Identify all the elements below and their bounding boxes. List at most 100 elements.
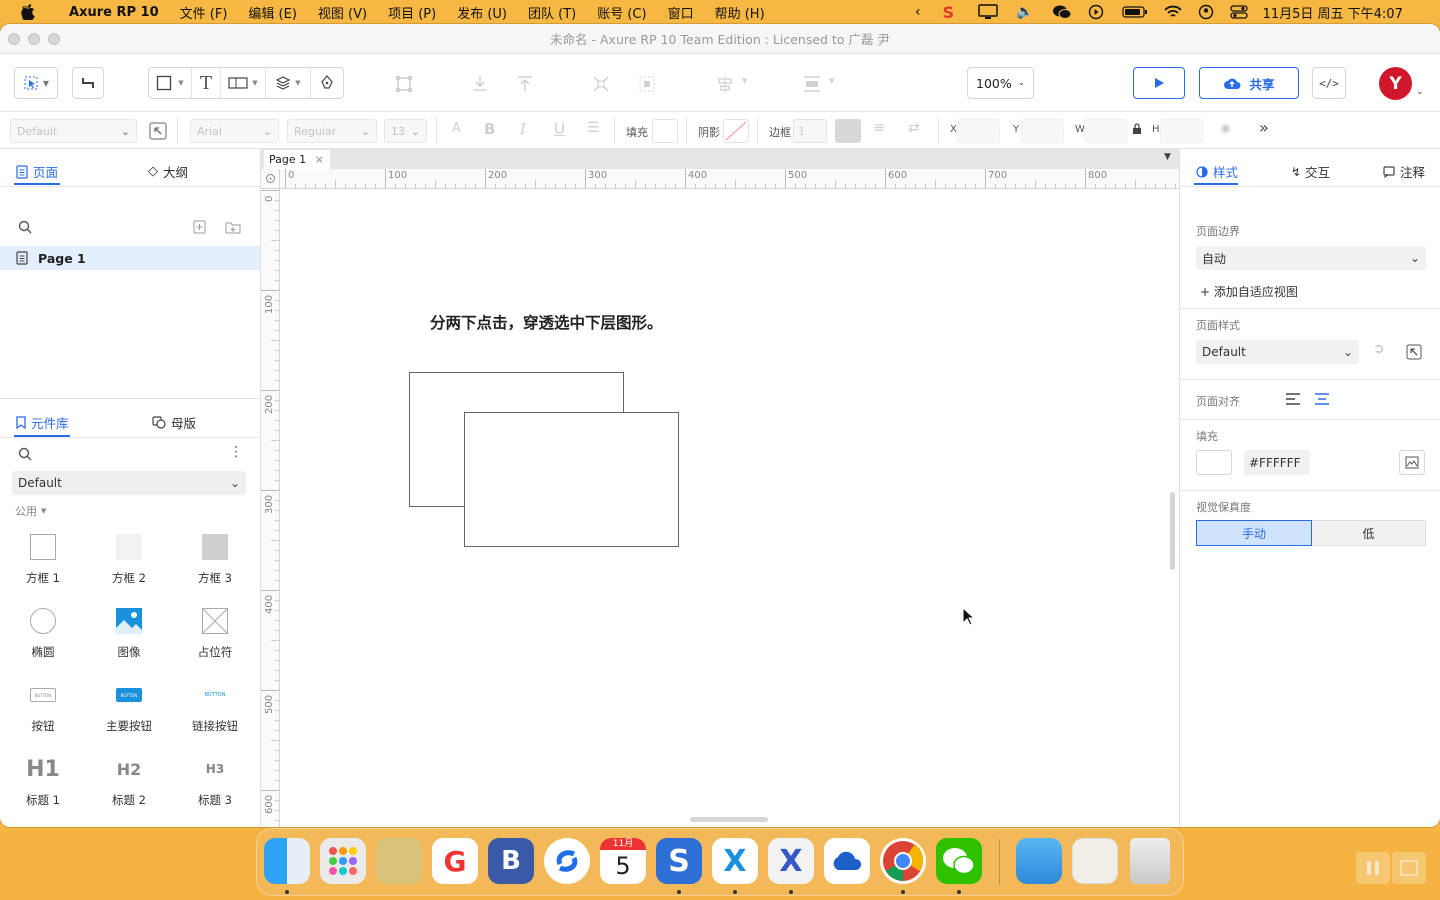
list-icon[interactable]: ☰ [587,120,600,136]
more-icon[interactable]: » [1259,118,1269,137]
distribute-icon[interactable] [592,75,610,93]
trash-icon[interactable] [1130,838,1170,884]
apple-logo-icon[interactable] [21,4,35,20]
add-page-icon[interactable] [193,220,206,234]
page-item[interactable]: Page 1 [0,246,260,270]
documents-icon[interactable] [1072,838,1118,884]
screenshot-overlay-button[interactable] [1392,852,1426,884]
menu-item[interactable]: 项目 (P) [388,3,436,22]
add-folder-icon[interactable] [225,220,241,234]
bbedit-icon[interactable]: B [488,838,534,884]
instruction-text[interactable]: 分两下点击，穿透选中下层图形。 [430,311,663,333]
style-manager-icon[interactable] [149,122,167,140]
widget-h3[interactable]: H3 标题 3 [172,754,258,808]
zoom-select[interactable]: 100% ⌄ [967,67,1034,99]
avatar[interactable]: Y [1379,67,1412,100]
style-manager-icon[interactable] [1406,344,1422,360]
select-mode-button[interactable]: ▼ [14,67,58,99]
widget-tool[interactable]: ▼ [221,68,266,98]
volume-icon[interactable]: 🔈 [1016,4,1033,20]
tab-library[interactable]: 元件库 [16,413,69,432]
w-input[interactable] [1084,119,1127,143]
publish-code-button[interactable]: </> [1312,67,1346,99]
preview-button[interactable] [1133,67,1185,99]
align-bottom-icon[interactable] [471,74,489,94]
zoom-window-button[interactable] [48,33,60,45]
minimize-window-button[interactable] [28,33,40,45]
close-window-button[interactable] [8,33,20,45]
tab-pages[interactable]: 页面 [16,162,58,181]
menu-item[interactable]: 发布 (U) [457,3,507,22]
widget-h1[interactable]: H1 标题 1 [0,754,86,808]
border-color-swatch[interactable] [835,119,861,143]
tab-masters[interactable]: 母版 [152,413,196,432]
page-style-select[interactable]: Default ⌄ [1196,340,1359,364]
share-button[interactable]: 共享 [1199,67,1299,99]
rectangle-tool[interactable]: ▼ [149,68,192,98]
canvas[interactable]: 分两下点击，穿透选中下层图形。 [281,190,1179,827]
align-center-icon[interactable] [716,75,734,93]
onedrive-icon[interactable] [824,838,870,884]
distribute-vertical-icon[interactable] [803,75,821,93]
menu-item[interactable]: 窗口 [668,3,694,22]
widget-link-button[interactable]: BUTTON 链接按钮 [172,680,258,734]
fidelity-low-button[interactable]: 低 [1312,520,1426,546]
font-color-icon[interactable]: A [452,121,461,136]
library-select[interactable]: Default ⌄ [12,471,246,495]
menu-item[interactable]: 编辑 (E) [248,3,297,22]
sublime-icon[interactable]: S [656,838,702,884]
menu-item[interactable]: 帮助 (H) [715,3,765,22]
clock[interactable]: 11月5日 周五 下午4:07 [1263,3,1403,22]
battery-icon[interactable] [1121,5,1148,19]
group-header[interactable]: 公用 ▼ [15,503,46,519]
wechat-status-icon[interactable] [1052,4,1072,20]
search-icon[interactable] [18,447,32,461]
font-select[interactable]: Arial ⌄ [190,119,279,143]
widget-primary-button[interactable]: BUTTON 主要按钮 [86,680,172,734]
y-input[interactable] [1021,119,1064,143]
widget-button[interactable]: BUTTON 按钮 [0,680,86,734]
pen-tool[interactable] [311,68,343,98]
widget-box2[interactable]: 方框 2 [86,532,172,586]
arrow-style-icon[interactable]: ⇄ [908,120,920,136]
menu-item[interactable]: 文件 (F) [180,3,228,22]
chevron-down-icon[interactable]: ⌄ [1416,87,1424,97]
tab-notes[interactable]: 注释 [1383,162,1425,181]
fill-hex-input[interactable]: #FFFFFF [1244,450,1310,475]
connector-button[interactable] [72,67,104,99]
menu-item[interactable]: 账号 (C) [597,3,646,22]
axure-icon[interactable]: X [712,838,758,884]
widget-image[interactable]: 图像 [86,606,172,660]
italic-icon[interactable]: I [520,120,526,138]
search-icon[interactable] [18,220,32,234]
menu-item[interactable]: 团队 (T) [528,3,576,22]
group-icon[interactable] [395,75,413,93]
ungroup-icon[interactable] [638,75,656,93]
fidelity-manual-button[interactable]: 手动 [1196,520,1312,546]
tab-interactions[interactable]: ↯ 交互 [1291,162,1330,181]
fill-color-swatch[interactable] [1196,450,1232,475]
layers-tool[interactable]: ▼ [266,68,311,98]
front-rectangle[interactable] [464,412,679,547]
shortcut-icon[interactable] [544,838,590,884]
size-select[interactable]: 13 ⌄ [384,119,427,143]
folder-icon[interactable] [1016,838,1062,884]
wifi-icon[interactable] [1163,5,1182,19]
more-vertical-icon[interactable]: ⋮ [229,444,243,460]
page-bounds-select[interactable]: 自动 ⌄ [1196,246,1426,270]
align-center-icon[interactable] [1314,393,1330,405]
x-input[interactable] [957,119,1000,143]
user-circle-icon[interactable] [1198,4,1214,20]
shadow-swatch[interactable] [723,119,749,143]
finder-icon[interactable] [264,838,310,884]
close-icon[interactable]: × [315,153,324,166]
pause-overlay-button[interactable] [1356,852,1390,884]
text-tool[interactable]: T [192,68,221,98]
page-tab[interactable]: Page 1 × [264,150,330,169]
weight-select[interactable]: Regular ⌄ [287,119,377,143]
ruler-corner[interactable] [261,169,280,189]
xmind-red-icon[interactable]: G [432,838,478,884]
display-icon[interactable] [978,4,998,20]
horizontal-scrollbar[interactable] [690,817,768,822]
chrome-icon[interactable] [880,838,926,884]
